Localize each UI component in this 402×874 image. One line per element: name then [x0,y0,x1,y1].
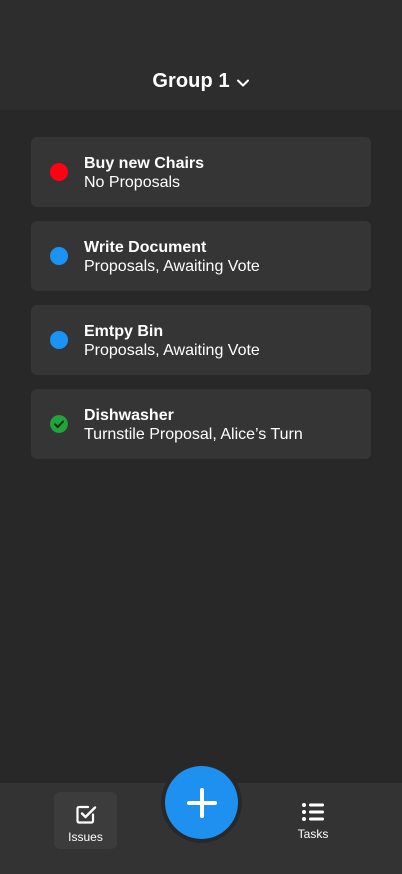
group-title: Group 1 [152,70,230,92]
check-circle-icon [50,415,68,433]
nav-issues-label: Issues [68,830,103,844]
group-selector[interactable]: Group 1 [0,70,402,93]
issue-status: Proposals, Awaiting Vote [84,342,260,359]
plus-icon [186,787,217,818]
issue-card[interactable]: Buy new Chairs No Proposals [31,137,371,207]
status-dot [50,331,68,349]
add-issue-button[interactable] [165,766,238,839]
issue-title: Buy new Chairs [84,155,205,172]
issue-title: Dishwasher [84,407,174,424]
header: Group 1 [0,0,402,110]
issue-title: Write Document [84,239,207,256]
issue-status: Turnstile Proposal, Alice’s Turn [84,426,303,443]
nav-tasks-tab[interactable]: Tasks [288,801,338,843]
issue-title: Emtpy Bin [84,323,164,340]
list-icon [302,803,324,821]
checkbox-icon [75,805,96,824]
issue-status: Proposals, Awaiting Vote [84,258,260,275]
nav-issues-tab[interactable]: Issues [54,792,117,849]
issue-card[interactable]: Emtpy Bin Proposals, Awaiting Vote [31,305,371,375]
issue-list: Buy new Chairs No Proposals Write Docume… [31,137,371,473]
issue-card[interactable]: Dishwasher Turnstile Proposal, Alice’s T… [31,389,371,459]
issue-card[interactable]: Write Document Proposals, Awaiting Vote [31,221,371,291]
status-dot [50,163,68,181]
nav-tasks-label: Tasks [297,827,329,841]
status-dot [50,247,68,265]
issue-status: No Proposals [84,174,181,191]
chevron-down-icon [236,79,249,86]
